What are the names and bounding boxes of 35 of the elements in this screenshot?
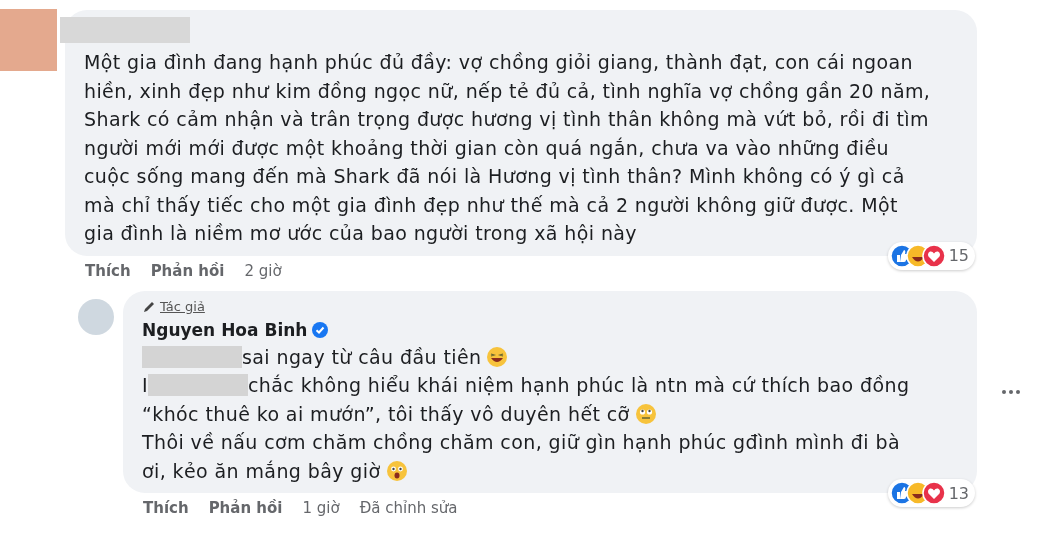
comment-text: I [142, 374, 148, 397]
rolling-eyes-emoji-icon [635, 403, 656, 424]
comment-action-link[interactable]: Phản hồi [150, 261, 225, 280]
comment-text: sai ngay từ câu đầu tiên [242, 345, 482, 368]
comment-text: cuộc sống mang đến mà Shark đã nói là Hương vị tình thân? Mình không có ý gì cả [84, 165, 905, 188]
comment-action-link[interactable]: Phản hồi [208, 499, 283, 517]
author-name[interactable]: Nguyen Hoa Binh [142, 319, 308, 340]
reaction-summary[interactable]: 13 [887, 479, 975, 507]
comment-text: hiền, xinh đẹp như kim đồng ngọc nữ, nếp tẻ đủ cả, tình nghĩa vợ chồng gần 20 năm, [84, 79, 931, 102]
shocked-emoji-icon [386, 460, 407, 481]
comment-text: Shark có cảm nhận và trân trọng được hương vị tình thân không mà vứt bỏ, rồi đi tìm [84, 108, 929, 131]
reaction-count: 13 [948, 483, 969, 503]
pen-icon [142, 299, 156, 314]
comment-action-link[interactable]: Thích [85, 261, 131, 280]
comment-text: Thôi về nấu cơm chăm chồng chăm con, giữ gìn hạnh phúc gđình mình đi bà [142, 431, 900, 454]
author-badge[interactable]: Tác giả [160, 299, 205, 314]
avatar-placeholder[interactable] [0, 9, 57, 71]
avatar-placeholder[interactable] [78, 298, 114, 335]
comment-time[interactable]: 1 giờ [302, 499, 340, 517]
comment-text: ơi, kẻo ăn mắng bây giờ [142, 459, 381, 482]
comment-time[interactable]: 2 giờ [244, 261, 282, 280]
comment-text: “khóc thuê ko ai mướn”, tôi thấy vô duyên hết cỡ [142, 402, 630, 425]
comment-action-link[interactable]: Thích [143, 499, 189, 517]
comment-text: người mới mới được một khoảng thời gian còn quá ngắn, chưa va vào những điều [84, 136, 889, 159]
edited-label: Đã chỉnh sửa [359, 499, 458, 517]
comment-text: Một gia đình đang hạnh phúc đủ đầy: vợ chồng giỏi giang, thành đạt, con cái ngoan [84, 51, 913, 74]
comment-text: gia đình là niềm mơ ước của bao người trong xã hội này [84, 222, 637, 245]
reaction-count: 15 [948, 246, 969, 265]
reaction-summary[interactable]: 15 [887, 241, 975, 270]
comment-text: chắc không hiểu khái niệm hạnh phúc là ntn mà cứ thích bao đồng [248, 374, 910, 397]
more-options-icon[interactable] [1001, 388, 1021, 395]
laughing-emoji-icon [487, 346, 508, 367]
reaction-icons [889, 481, 946, 505]
reaction-icons [889, 243, 946, 268]
comment-text: mà chỉ thấy tiếc cho một gia đình đẹp như thế mà cả 2 người không giữ được. Một [84, 193, 898, 216]
